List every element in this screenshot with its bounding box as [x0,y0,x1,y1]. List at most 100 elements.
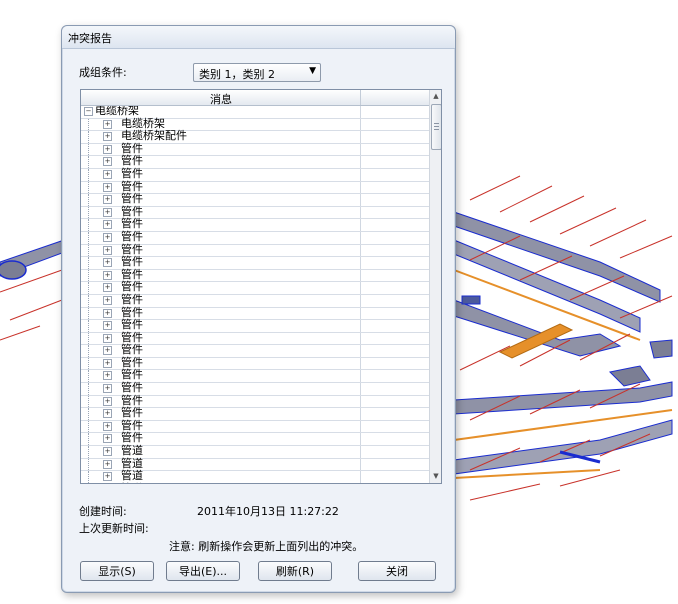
tree-rows: − 电缆桥架 + 电缆桥架 + 电缆桥架配件 + 管件 + 管件 + 管件 + 管件 + 管件 + 管件 + 管件 + 管… [81,106,429,483]
cell-divider [360,131,361,143]
expand-icon[interactable]: + [103,220,112,230]
column-header-message[interactable]: 消息 [201,91,241,107]
list-header[interactable]: 消息 [81,90,429,106]
expand-icon[interactable]: + [103,157,112,167]
tree-row-label: 管件 [121,280,143,294]
expand-icon[interactable]: + [103,169,112,179]
expand-icon[interactable]: + [103,472,112,482]
scroll-up-arrow-icon[interactable]: ▲ [430,90,441,103]
tree-row-label: 管件 [121,330,143,344]
show-button[interactable]: 显示(S) [80,561,154,581]
cell-divider [360,118,361,131]
vertical-scrollbar[interactable]: ▲ ▼ [429,90,441,483]
expand-icon[interactable]: + [103,421,112,431]
dialog-title: 冲突报告 [68,32,112,45]
expand-icon[interactable]: + [103,396,112,406]
refresh-button[interactable]: 刷新(R) [258,561,332,581]
expand-icon[interactable]: + [103,258,112,268]
expand-icon[interactable]: + [103,270,112,280]
expand-icon[interactable]: + [103,333,112,343]
tree-row-label: 管件 [121,406,143,420]
expand-icon[interactable]: + [103,447,112,457]
tree-row-label: 管件 [121,343,143,357]
expand-icon[interactable]: + [103,459,112,469]
tree-connector-line [88,118,90,131]
expand-icon[interactable]: + [103,182,112,192]
tree-connector-line [88,206,90,219]
tree-row-label: 管件 [121,154,143,168]
cell-divider [360,219,361,231]
cell-divider [360,383,361,395]
tree-row-label: 管道 [121,456,143,470]
tree-connector-line [88,307,90,320]
expand-icon[interactable]: + [103,195,112,205]
expand-icon[interactable]: + [103,409,112,419]
tree-connector-line [88,168,90,181]
group-by-value: 类别 1，类别 2 [199,68,275,81]
tree-connector-line [88,458,90,471]
expand-icon[interactable]: + [103,384,112,394]
expand-icon[interactable]: + [103,144,112,154]
conflict-tree-list[interactable]: 消息 − 电缆桥架 + 电缆桥架 + 电缆桥架配件 + 管件 + 管件 + 管件 + 管件 + 管件 + 管件 + 管… [80,89,442,484]
tree-row-label: 管件 [121,229,143,243]
expand-icon[interactable]: + [103,245,112,255]
tree-connector-line [88,320,90,332]
tree-row-label: 管道 [121,469,143,483]
scroll-down-arrow-icon[interactable]: ▼ [430,470,441,483]
tree-row-label: 管件 [121,217,143,231]
last-updated-label: 上次更新时间: [79,522,149,535]
tree-connector-line [88,143,90,156]
tree-row-label: 管件 [121,393,143,407]
expand-icon[interactable]: + [103,434,112,444]
cell-divider [360,257,361,269]
group-by-label: 成组条件: [79,66,127,79]
cell-divider [360,143,361,156]
tree-connector-line [88,181,90,194]
expand-icon[interactable]: + [103,308,112,318]
tree-connector-line [88,257,90,269]
tree-connector-line [88,244,90,257]
expand-icon[interactable]: + [103,207,112,217]
column-divider[interactable] [360,90,361,105]
tree-row-label: 管件 [121,292,143,306]
cell-divider [360,244,361,257]
dialog-titlebar[interactable]: 冲突报告 [62,26,455,49]
cell-divider [360,395,361,408]
conflict-report-dialog: 冲突报告 成组条件: 类别 1，类别 2 ▼ 消息 − 电缆桥架 + 电缆桥架 + 电缆桥… [61,25,456,593]
tree-connector-line [88,282,90,294]
expand-icon[interactable]: + [103,346,112,356]
tree-connector-line [88,332,90,345]
tree-connector-line [88,269,90,282]
tree-connector-line [88,219,90,231]
cell-divider [360,156,361,168]
expand-icon[interactable]: + [103,358,112,368]
created-time-value: 2011年10月13日 11:27:22 [197,505,339,518]
expand-icon[interactable]: + [103,321,112,331]
tree-connector-line [88,345,90,357]
tree-row-label: 管件 [121,368,143,382]
tree-row-label: 管件 [121,166,143,180]
cell-divider [360,294,361,307]
expand-icon[interactable]: + [103,132,112,142]
scrollbar-thumb[interactable] [431,104,441,150]
tree-connector-line [88,131,90,143]
created-time-label: 创建时间: [79,505,127,518]
tree-connector-line [88,395,90,408]
tree-row-label: 管件 [121,305,143,319]
expand-icon[interactable]: + [103,232,112,242]
expand-icon[interactable]: + [103,295,112,305]
tree-row-label: 电缆桥架 [121,116,165,130]
tree-connector-line [88,471,90,483]
cell-divider [360,194,361,206]
collapse-icon[interactable]: − [84,107,93,116]
expand-icon[interactable]: + [103,283,112,293]
export-button[interactable]: 导出(E)... [166,561,240,581]
tree-connector-line [88,446,90,458]
tree-connector-line [88,408,90,420]
tree-row-label: 管件 [121,318,143,332]
group-by-dropdown[interactable]: 类别 1，类别 2 ▼ [193,63,321,82]
expand-icon[interactable]: + [103,371,112,381]
cell-divider [360,231,361,244]
expand-icon[interactable]: + [103,119,112,129]
close-button[interactable]: 关闭 [358,561,436,581]
